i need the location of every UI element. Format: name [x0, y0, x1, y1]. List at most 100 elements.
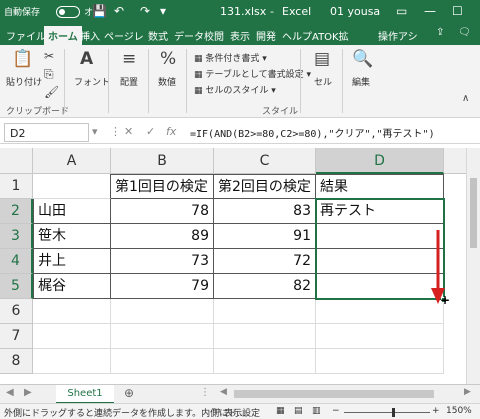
worksheet-grid[interactable]: A B C D 1 2 3 4 5 6 7 8 第1回目の検定 第2回目の検定 … [0, 148, 466, 384]
sheet-tab-sheet1[interactable]: Sheet1 [56, 385, 114, 404]
customize-qat-icon[interactable]: ▾ [160, 4, 166, 18]
cut-icon[interactable]: ✂ [44, 49, 54, 63]
undo-icon[interactable]: ↶ [114, 4, 124, 18]
tab-help[interactable]: ヘルプ [282, 28, 312, 43]
column-header-d[interactable]: D [316, 148, 444, 174]
tab-formulas[interactable]: 数式 [148, 28, 168, 43]
tab-data[interactable]: データ [174, 28, 204, 43]
cell-b5[interactable]: 79 [111, 274, 214, 299]
conditional-format-button[interactable]: ▦ 条件付き書式 ▾ [194, 51, 267, 64]
cell-c5[interactable]: 82 [214, 274, 316, 299]
font-label[interactable]: フォント [74, 75, 110, 88]
add-sheet-icon[interactable]: ⊕ [124, 386, 134, 400]
autosave-toggle[interactable] [56, 6, 80, 18]
cell-d1[interactable]: 結果 [316, 174, 444, 199]
cell-styles-button[interactable]: ▦ セルのスタイル ▾ [194, 83, 276, 96]
tab-developer[interactable]: 開発 [256, 28, 276, 43]
normal-view-icon[interactable]: ▦ [276, 406, 285, 416]
row-header-4[interactable]: 4 [0, 249, 33, 274]
copy-icon[interactable]: ⎘ [44, 67, 54, 82]
cell-a1[interactable] [33, 174, 111, 199]
number-format-icon[interactable]: % [160, 49, 176, 69]
cell-d6[interactable] [316, 299, 444, 324]
cell-c3[interactable]: 91 [214, 224, 316, 249]
tab-page-layout[interactable]: ページレ [104, 28, 144, 43]
maximize-icon[interactable]: ☐ [452, 4, 463, 18]
zoom-level[interactable]: 150% [446, 406, 472, 416]
column-header-c[interactable]: C [214, 148, 316, 174]
display-settings-icon[interactable]: ▭ [212, 406, 221, 416]
save-icon[interactable]: 💾 [92, 4, 107, 18]
cell-c4[interactable]: 72 [214, 249, 316, 274]
row-header-3[interactable]: 3 [0, 224, 33, 249]
ribbon-display-icon[interactable]: ▭ [396, 4, 407, 18]
cell-d7[interactable] [316, 324, 444, 349]
cell-b1[interactable]: 第1回目の検定 [111, 174, 214, 199]
minimize-icon[interactable]: — [424, 4, 436, 18]
edit-icon[interactable]: 🔍 [352, 49, 373, 69]
row-header-7[interactable]: 7 [0, 324, 33, 349]
horizontal-scrollbar[interactable] [234, 390, 434, 398]
enter-icon[interactable]: ✓ [146, 125, 155, 138]
cell-b8[interactable] [111, 349, 214, 374]
zoom-in-icon[interactable]: + [432, 406, 440, 416]
row-header-2[interactable]: 2 [0, 199, 33, 224]
row-header-1[interactable]: 1 [0, 174, 33, 199]
zoom-slider-thumb[interactable] [392, 408, 395, 417]
scroll-thumb[interactable] [470, 178, 477, 248]
page-break-view-icon[interactable]: ▥ [312, 406, 321, 416]
cell-a6[interactable] [33, 299, 111, 324]
column-header-b[interactable]: B [111, 148, 214, 174]
tab-file[interactable]: ファイル [6, 28, 46, 43]
select-all-corner[interactable] [0, 148, 33, 174]
cell-a3[interactable]: 笹木 [33, 224, 111, 249]
number-label[interactable]: 数値 [158, 75, 176, 88]
row-header-6[interactable]: 6 [0, 299, 33, 324]
vertical-scrollbar[interactable] [466, 148, 480, 384]
cell-b3[interactable]: 89 [111, 224, 214, 249]
cells-icon[interactable]: ▤ [314, 49, 330, 69]
cell-a5[interactable]: 梶谷 [33, 274, 111, 299]
hscroll-left-icon[interactable]: ◀ [220, 387, 227, 397]
formula-input[interactable]: =IF(AND(B2>=80,C2>=80),"クリア","再テスト") [190, 125, 435, 140]
cell-a2[interactable]: 山田 [33, 199, 111, 224]
row-header-5[interactable]: 5 [0, 274, 33, 299]
cell-d8[interactable] [316, 349, 444, 374]
cell-c2[interactable]: 83 [214, 199, 316, 224]
edit-label[interactable]: 編集 [352, 75, 370, 88]
cell-b7[interactable] [111, 324, 214, 349]
cell-c7[interactable] [214, 324, 316, 349]
page-layout-view-icon[interactable]: ▤ [294, 406, 303, 416]
display-settings-label[interactable]: 表示設定 [224, 406, 260, 419]
insert-function-icon[interactable]: fx [166, 125, 176, 138]
cell-b2[interactable]: 78 [111, 199, 214, 224]
zoom-out-icon[interactable]: − [332, 406, 340, 416]
cell-c1[interactable]: 第2回目の検定 [214, 174, 316, 199]
tab-insert[interactable]: 挿入 [80, 28, 100, 43]
cell-c6[interactable] [214, 299, 316, 324]
tab-atok[interactable]: ATOK拡 [312, 28, 349, 43]
prev-sheet-icon[interactable]: ◀ [6, 387, 14, 398]
format-painter-icon[interactable]: 🖌 [44, 85, 59, 99]
comments-icon[interactable]: 🗨 [458, 27, 471, 38]
cell-a4[interactable]: 井上 [33, 249, 111, 274]
paste-icon[interactable]: 📋 [12, 49, 33, 69]
more-sheets-icon[interactable]: ⋮ [200, 387, 210, 398]
font-icon[interactable]: A [80, 49, 93, 69]
align-icon[interactable]: ≡ [122, 49, 136, 69]
row-header-8[interactable]: 8 [0, 349, 33, 374]
cell-b4[interactable]: 73 [111, 249, 214, 274]
align-label[interactable]: 配置 [120, 75, 138, 88]
cells-label[interactable]: セル [314, 75, 332, 88]
tab-review[interactable]: 校閲 [204, 28, 224, 43]
hscroll-right-icon[interactable]: ▶ [464, 387, 471, 397]
share-icon[interactable]: ⇪ [436, 27, 444, 38]
redo-icon[interactable]: ↷ [140, 4, 150, 18]
zoom-slider[interactable] [344, 412, 430, 413]
column-header-e[interactable] [444, 148, 466, 174]
cell-a7[interactable] [33, 324, 111, 349]
tab-home[interactable]: ホーム [44, 26, 82, 45]
cell-c8[interactable] [214, 349, 316, 374]
cancel-icon[interactable]: ✕ [124, 125, 133, 138]
next-sheet-icon[interactable]: ▶ [24, 387, 32, 398]
